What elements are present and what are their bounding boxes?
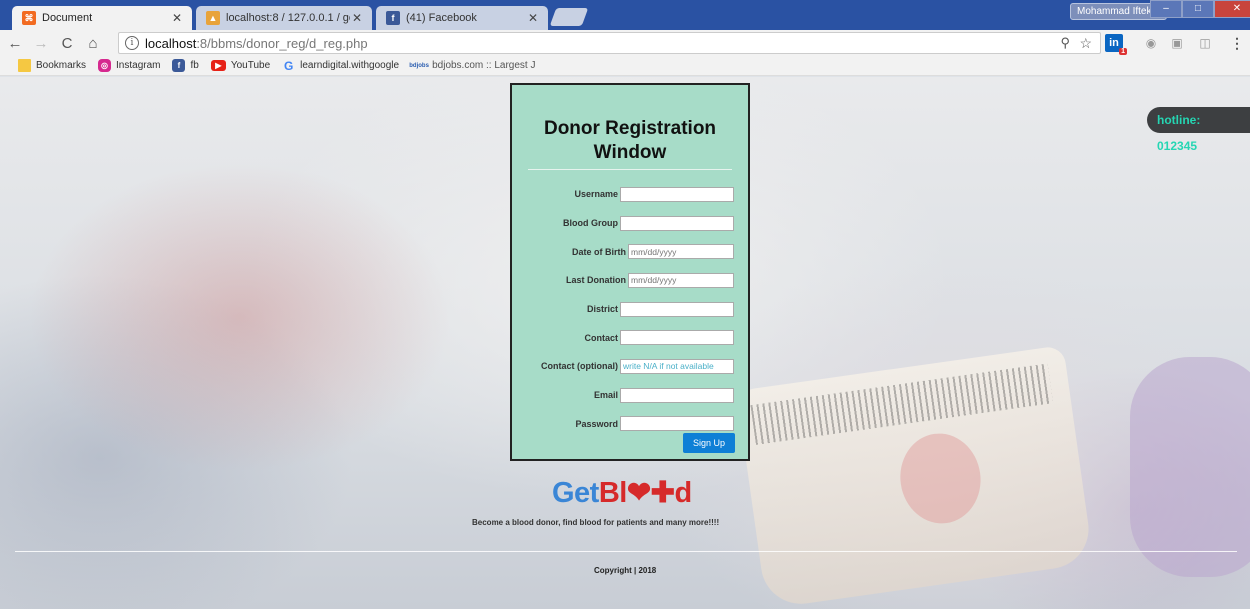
- bookmark-google[interactable]: Glearndigital.withgoogle: [282, 58, 399, 73]
- tagline: Become a blood donor, find blood for pat…: [472, 518, 720, 527]
- last-donation-row: Last Donation: [526, 266, 734, 295]
- contact-row: Contact: [526, 323, 734, 352]
- username-row: Username: [526, 180, 734, 209]
- last-donation-input[interactable]: [628, 272, 734, 288]
- district-label: District: [586, 304, 618, 315]
- dob-row: Date of Birth: [526, 237, 734, 266]
- divider: [528, 169, 732, 170]
- page-background: hotline: 012345 Donor Registration Windo…: [0, 77, 1250, 609]
- username-input[interactable]: [620, 186, 734, 202]
- dob-label: Date of Birth: [572, 246, 626, 257]
- email-label: Email: [593, 390, 618, 401]
- tab-title: localhost:8 / 127.0.0.1 / gei: [226, 12, 350, 24]
- bookmark-instagram[interactable]: ◎ Instagram: [98, 59, 160, 72]
- contact-optional-label: Contact (optional): [541, 361, 618, 372]
- menu-icon[interactable]: ⋮: [1228, 34, 1246, 52]
- minimize-button[interactable]: –: [1150, 0, 1182, 18]
- district-input[interactable]: [620, 301, 734, 317]
- close-icon[interactable]: ✕: [526, 11, 540, 25]
- tab-title: Document: [42, 12, 93, 24]
- info-icon[interactable]: i: [125, 36, 139, 50]
- tab-phpmyadmin[interactable]: ▲ localhost:8 / 127.0.0.1 / gei ✕: [196, 6, 372, 30]
- bookmark-folder[interactable]: Bookmarks: [18, 59, 86, 72]
- password-label: Password: [575, 418, 618, 429]
- password-input[interactable]: [620, 416, 734, 432]
- copyright-text: Copyright | 2018: [594, 566, 657, 575]
- facebook-icon: f: [172, 59, 186, 72]
- tab-document[interactable]: ⌘ Document ✕: [12, 6, 192, 30]
- blood-group-label: Blood Group: [563, 218, 618, 229]
- bookmark-bdjobs[interactable]: bdjobs bdjobs.com :: Largest J: [409, 59, 535, 72]
- extension-icon[interactable]: ▣: [1168, 34, 1186, 52]
- email-input[interactable]: [620, 387, 734, 403]
- contact-input[interactable]: [620, 330, 734, 346]
- forward-button[interactable]: →: [30, 32, 52, 54]
- bookmarks-bar: Bookmarks ◎ Instagram f fb ▶ YouTube Glearn…: [0, 56, 1250, 76]
- username-label: Username: [574, 189, 618, 200]
- hotline-badge: hotline: 012345: [1147, 107, 1250, 153]
- xampp-icon: ⌘: [22, 11, 36, 25]
- browser-toolbar: ← → C ⌂ i localhost:8/bbms/donor_reg/d_r…: [0, 30, 1250, 56]
- blood-group-row: Blood Group: [526, 209, 734, 238]
- donor-registration-form: Donor Registration Window Username Blood…: [510, 83, 750, 461]
- contact-optional-row: Contact (optional): [526, 352, 734, 381]
- maximize-button[interactable]: □: [1182, 0, 1214, 18]
- extension-icon[interactable]: ◉: [1142, 34, 1160, 52]
- blood-bag-image: [736, 345, 1094, 609]
- zoom-icon[interactable]: ⚲: [1060, 35, 1070, 51]
- window-controls: – □ ✕: [1150, 0, 1250, 18]
- instagram-icon: ◎: [98, 59, 112, 72]
- dob-input[interactable]: [628, 244, 734, 260]
- blood-group-input[interactable]: [620, 215, 734, 231]
- youtube-icon: ▶: [210, 60, 226, 71]
- phpmyadmin-icon: ▲: [206, 11, 220, 25]
- folder-icon: [18, 59, 31, 72]
- tab-strip: ⌘ Document ✕ ▲ localhost:8 / 127.0.0.1 /…: [0, 0, 1250, 30]
- contact-optional-input[interactable]: [620, 358, 734, 374]
- close-window-button[interactable]: ✕: [1214, 0, 1250, 18]
- close-icon[interactable]: ✕: [170, 11, 184, 25]
- bookmark-fb[interactable]: f fb: [172, 59, 199, 72]
- address-bar[interactable]: i localhost:8/bbms/donor_reg/d_reg.php ⚲…: [118, 32, 1101, 54]
- last-donation-label: Last Donation: [566, 275, 626, 286]
- footer-divider: [15, 551, 1237, 552]
- back-button[interactable]: ←: [4, 32, 26, 54]
- url-path: :8/bbms/donor_reg/d_reg.php: [196, 35, 368, 51]
- tab-facebook[interactable]: f (41) Facebook ✕: [376, 6, 548, 30]
- bookmark-star-icon[interactable]: ☆: [1079, 35, 1092, 52]
- getblood-logo: GetBl❤✚d: [552, 477, 692, 509]
- notification-badge: 1: [1119, 48, 1127, 55]
- extension-icon[interactable]: ◫: [1196, 34, 1214, 52]
- sign-up-button[interactable]: Sign Up: [683, 433, 735, 453]
- email-row: Email: [526, 381, 734, 410]
- tab-title: (41) Facebook: [406, 12, 477, 24]
- facebook-icon: f: [386, 11, 400, 25]
- contact-label: Contact: [584, 332, 619, 343]
- close-icon[interactable]: ✕: [350, 11, 364, 25]
- reload-button[interactable]: C: [56, 32, 78, 54]
- bookmark-youtube[interactable]: ▶ YouTube: [210, 60, 270, 71]
- bdjobs-icon: bdjobs: [409, 62, 429, 69]
- new-tab-button[interactable]: [549, 8, 589, 26]
- linkedin-extension-icon[interactable]: in 1: [1105, 34, 1127, 55]
- google-icon: G: [283, 58, 294, 73]
- home-button[interactable]: ⌂: [82, 32, 104, 54]
- form-title: Donor Registration Window: [543, 118, 717, 163]
- url-host: localhost: [145, 35, 197, 51]
- glove-image: [1130, 357, 1250, 577]
- district-row: District: [526, 295, 734, 324]
